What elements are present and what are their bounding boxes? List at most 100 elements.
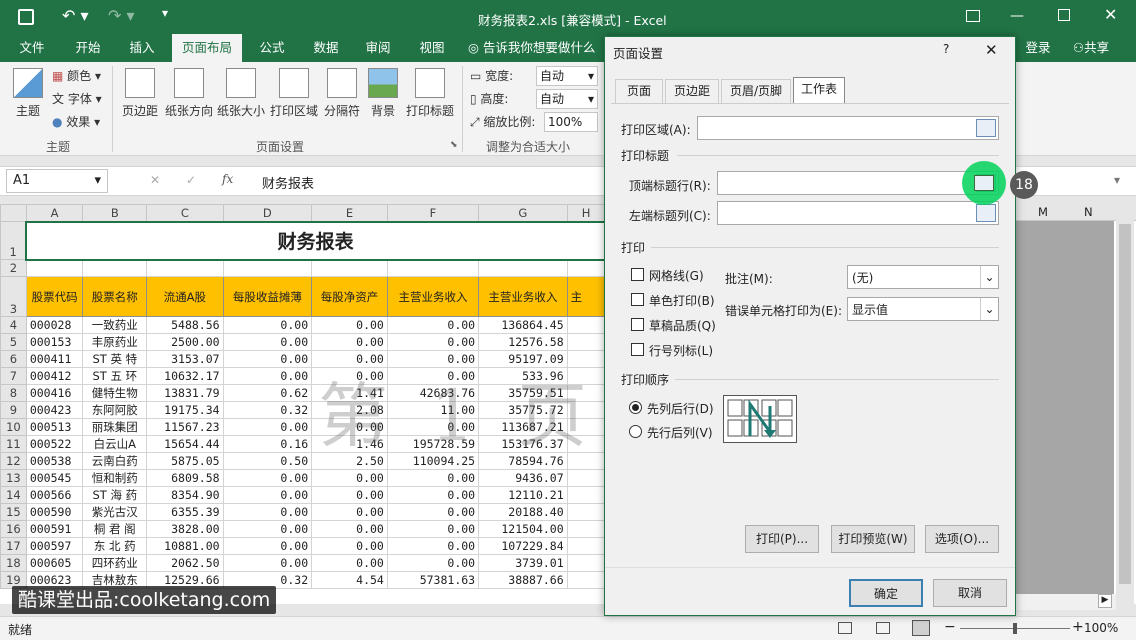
- empty-cell[interactable]: [566, 486, 606, 504]
- tab-insert[interactable]: 插入: [118, 34, 166, 62]
- row-header[interactable]: 2: [0, 259, 27, 277]
- code-cell[interactable]: 000513: [25, 418, 84, 436]
- code-cell[interactable]: 000605: [25, 554, 84, 572]
- cols-repeat-input[interactable]: [717, 201, 999, 225]
- draft-label[interactable]: 草稿品质(Q): [649, 317, 716, 334]
- nav-cell[interactable]: 0.00: [311, 537, 388, 555]
- scroll-thumb[interactable]: [1119, 224, 1131, 584]
- header-cell[interactable]: 每股收益摊薄: [222, 276, 313, 317]
- share-button[interactable]: ⚇共享: [1062, 34, 1120, 62]
- float-shares-cell[interactable]: 5875.05: [146, 452, 224, 470]
- float-shares-cell[interactable]: 11567.23: [146, 418, 224, 436]
- code-cell[interactable]: 000597: [25, 537, 84, 555]
- row-header[interactable]: 10: [0, 418, 27, 436]
- name-cell[interactable]: 丰原药业: [82, 333, 148, 351]
- float-shares-cell[interactable]: 2062.50: [146, 554, 224, 572]
- revenue-cell[interactable]: 0.00: [386, 486, 480, 504]
- save-icon[interactable]: [18, 9, 34, 25]
- float-shares-cell[interactable]: 10881.00: [146, 537, 224, 555]
- nav-cell[interactable]: 0.00: [311, 520, 388, 538]
- float-shares-cell[interactable]: 3828.00: [146, 520, 224, 538]
- nav-cell[interactable]: 0.00: [311, 486, 388, 504]
- revenue-cell[interactable]: 57381.63: [386, 571, 480, 589]
- float-shares-cell[interactable]: 8354.90: [146, 486, 224, 504]
- eps-cell[interactable]: 0.00: [222, 350, 313, 368]
- undo-icon[interactable]: ↶ ▾: [62, 6, 89, 25]
- name-cell[interactable]: 丽珠集团: [82, 418, 148, 436]
- revenue2-cell[interactable]: 38887.66: [478, 571, 568, 589]
- eps-cell[interactable]: 0.62: [222, 384, 313, 402]
- headings-checkbox[interactable]: [631, 343, 644, 356]
- column-header[interactable]: B: [82, 204, 148, 222]
- code-cell[interactable]: 000153: [25, 333, 84, 351]
- eps-cell[interactable]: 0.32: [222, 401, 313, 419]
- eps-cell[interactable]: 0.00: [222, 316, 313, 334]
- print-area-input[interactable]: [697, 116, 999, 140]
- print-button[interactable]: 打印(P)...: [745, 525, 819, 553]
- revenue2-cell[interactable]: 9436.07: [478, 469, 568, 487]
- eps-cell[interactable]: 0.00: [222, 520, 313, 538]
- revenue2-cell[interactable]: 136864.45: [478, 316, 568, 334]
- code-cell[interactable]: 000538: [25, 452, 84, 470]
- revenue2-cell[interactable]: 12576.58: [478, 333, 568, 351]
- nav-cell[interactable]: 0.00: [311, 503, 388, 521]
- login-link[interactable]: 登录: [1018, 34, 1058, 62]
- minimize-button[interactable]: —: [1010, 8, 1024, 24]
- name-cell[interactable]: ST 五 环: [82, 367, 148, 385]
- errors-select[interactable]: 显示值 ⌄: [847, 297, 999, 321]
- revenue-cell[interactable]: 0.00: [386, 503, 480, 521]
- tab-review[interactable]: 审阅: [354, 34, 402, 62]
- row-header[interactable]: 15: [0, 503, 27, 521]
- revenue2-cell[interactable]: 107229.84: [478, 537, 568, 555]
- code-cell[interactable]: 000416: [25, 384, 84, 402]
- row-header[interactable]: 16: [0, 520, 27, 538]
- over-then-down-radio[interactable]: [629, 425, 642, 438]
- column-header[interactable]: E: [311, 204, 388, 222]
- zoom-in-icon[interactable]: +: [1072, 619, 1084, 635]
- comments-select[interactable]: (无) ⌄: [847, 265, 999, 289]
- row-header[interactable]: 11: [0, 435, 27, 453]
- row-header[interactable]: 17: [0, 537, 27, 555]
- empty-cell[interactable]: [566, 503, 606, 521]
- empty-cell[interactable]: [566, 316, 606, 334]
- row-header[interactable]: 7: [0, 367, 27, 385]
- row-header[interactable]: 12: [0, 452, 27, 470]
- page-break-view-icon[interactable]: [912, 620, 930, 636]
- insert-function-icon[interactable]: fx: [222, 172, 233, 186]
- range-select-icon[interactable]: [976, 119, 996, 137]
- colors-button[interactable]: ▦ 颜色 ▾: [52, 66, 101, 86]
- revenue2-cell[interactable]: 121504.00: [478, 520, 568, 538]
- name-cell[interactable]: 桐 君 阁: [82, 520, 148, 538]
- tab-file[interactable]: 文件: [8, 34, 56, 62]
- eps-cell[interactable]: 0.00: [222, 333, 313, 351]
- effects-button[interactable]: ● 效果 ▾: [52, 112, 100, 132]
- down-then-over-label[interactable]: 先列后行(D): [647, 400, 714, 417]
- scale-spinner[interactable]: 100%: [544, 112, 598, 132]
- nav-cell[interactable]: 0.00: [311, 554, 388, 572]
- column-header[interactable]: D: [222, 204, 313, 222]
- code-cell[interactable]: 000591: [25, 520, 84, 538]
- eps-cell[interactable]: 0.50: [222, 452, 313, 470]
- name-cell[interactable]: 白云山A: [82, 435, 148, 453]
- name-cell[interactable]: 一致药业: [82, 316, 148, 334]
- size-button[interactable]: 纸张大小: [216, 68, 266, 119]
- code-cell[interactable]: 000566: [25, 486, 84, 504]
- range-select-icon[interactable]: [976, 204, 996, 222]
- zoom-out-icon[interactable]: −: [944, 619, 956, 635]
- fonts-button[interactable]: 文 字体 ▾: [52, 89, 102, 109]
- page-setup-launcher-icon[interactable]: ⬊: [450, 140, 458, 150]
- header-cell[interactable]: 每股净资产: [311, 276, 388, 317]
- empty-cell[interactable]: [566, 571, 606, 589]
- code-cell[interactable]: 000522: [25, 435, 84, 453]
- horizontal-scrollbar[interactable]: ▶: [1016, 594, 1116, 610]
- row-header[interactable]: 1: [0, 221, 27, 260]
- zoom-slider-thumb[interactable]: [1013, 623, 1017, 634]
- header-cell[interactable]: 股票代码: [25, 276, 84, 317]
- eps-cell[interactable]: 0.16: [222, 435, 313, 453]
- tell-me-box[interactable]: ◎ 告诉我你想要做什么: [468, 34, 602, 62]
- eps-cell[interactable]: 0.00: [222, 537, 313, 555]
- name-cell[interactable]: 紫光古汉: [82, 503, 148, 521]
- tab-formulas[interactable]: 公式: [248, 34, 296, 62]
- tab-page-layout[interactable]: 页面布局: [172, 34, 242, 62]
- name-cell[interactable]: 云南白药: [82, 452, 148, 470]
